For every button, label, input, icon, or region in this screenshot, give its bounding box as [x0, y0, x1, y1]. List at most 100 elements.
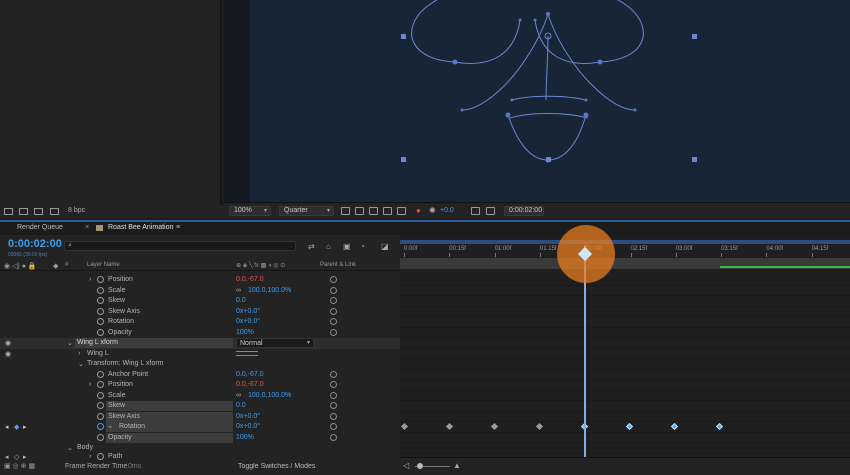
property-row-opacity[interactable]: Opacity 100% [0, 328, 400, 339]
timeline-track-row[interactable] [400, 370, 850, 380]
graph-icon[interactable]: ⌁ [108, 423, 112, 431]
property-row-skew-axis-2[interactable]: Skew Axis 0x+0.0° [0, 411, 400, 423]
timeline-track-row[interactable] [400, 286, 850, 296]
time-ruler[interactable]: 0:00f00:15f01:00f01:15f02:00f02:15f03:00… [400, 245, 850, 257]
timeline-track-row[interactable] [400, 380, 850, 391]
stopwatch-icon[interactable] [97, 402, 104, 409]
property-value[interactable]: 0x+0.0° [236, 308, 260, 315]
draft-3d-icon[interactable]: ⌂ [326, 242, 331, 251]
stopwatch-icon[interactable] [97, 391, 104, 399]
group-row-transform[interactable]: ⌄ Transform: Wing L xform [0, 359, 400, 370]
property-row-opacity-2[interactable]: Opacity 100% [0, 432, 400, 444]
property-row-position[interactable]: › Position 0.0,-67.0 [0, 275, 400, 286]
property-value[interactable]: 100.0,100.0% [248, 287, 291, 294]
pick-whip-icon[interactable] [330, 307, 337, 315]
timeline-track-row[interactable] [400, 338, 850, 349]
property-row-scale-2[interactable]: Scale ∞ 100.0,100.0% [0, 391, 400, 402]
stopwatch-icon[interactable] [97, 297, 104, 304]
constrain-link-icon[interactable]: ∞ [236, 392, 241, 399]
property-value[interactable]: 0.0 [236, 402, 246, 409]
pick-whip-icon[interactable] [330, 412, 337, 420]
zoom-select[interactable]: 100% ▾ [229, 206, 271, 216]
property-row-skew-2[interactable]: Skew 0.0 [0, 401, 400, 412]
mask-visibility-icon[interactable] [369, 207, 378, 215]
show-snapshot-icon[interactable] [486, 207, 495, 215]
pick-whip-icon[interactable] [330, 286, 337, 294]
keyframe-rows[interactable] [400, 275, 850, 455]
layer-name-field[interactable]: Wing L xform [75, 338, 233, 348]
trash-icon[interactable] [50, 208, 59, 215]
pick-whip-icon[interactable] [330, 381, 337, 388]
property-value[interactable]: 0.0 [236, 297, 246, 304]
property-row-skew-axis[interactable]: Skew Axis 0x+0.0° [0, 307, 400, 318]
add-keyframe-icon[interactable]: ◇ [14, 453, 19, 461]
property-value[interactable]: 0x+0.0° [236, 423, 260, 430]
prev-keyframe-icon[interactable]: ◂ [5, 423, 9, 431]
resolution-select[interactable]: Quarter ▾ [279, 206, 334, 216]
exposure-icon[interactable]: ✺ [429, 206, 436, 215]
timeline-track-row[interactable] [400, 401, 850, 412]
color-management-icon[interactable]: ● [416, 206, 421, 215]
stopwatch-icon[interactable] [97, 412, 104, 420]
layer-row-wing-l-xform[interactable]: ◉ ⌄ Wing L xform Normal ▾ [0, 338, 400, 349]
expand-arrow-icon[interactable]: › [89, 276, 91, 283]
prev-keyframe-icon[interactable]: ◂ [5, 453, 9, 461]
property-value[interactable]: 0x+0.0° [236, 318, 260, 325]
stopwatch-icon[interactable] [97, 328, 104, 336]
zoom-slider-handle[interactable] [417, 463, 423, 469]
new-comp-icon[interactable] [34, 208, 43, 215]
comp-mini-flowchart-icon[interactable]: ⇄ [308, 242, 315, 251]
work-area-bar[interactable] [400, 240, 850, 244]
bpc-label[interactable]: 8 bpc [68, 207, 85, 214]
tab-render-queue[interactable]: Render Queue [17, 224, 63, 231]
stopwatch-icon[interactable] [97, 453, 104, 460]
timeline-track-row[interactable] [400, 307, 850, 317]
timeline-track-row[interactable] [400, 296, 850, 307]
stopwatch-icon[interactable] [97, 276, 104, 283]
timeline-track-row[interactable] [400, 317, 850, 328]
pick-whip-icon[interactable] [330, 370, 337, 378]
timeline-track-row[interactable] [400, 275, 850, 286]
property-row-scale[interactable]: Scale 100.0,100.0% ∞ [0, 286, 400, 297]
expand-arrow-icon[interactable]: › [89, 381, 91, 388]
interpret-footage-icon[interactable] [4, 208, 13, 215]
property-value[interactable]: 0.0,-67.0 [236, 371, 264, 378]
stopwatch-icon[interactable] [97, 307, 104, 315]
transparency-grid-icon[interactable] [355, 207, 364, 215]
layer-duration-bar[interactable] [400, 258, 850, 269]
property-value[interactable]: 0.0,-67.0 [236, 276, 264, 283]
property-row-rotation-2[interactable]: ◂ ◆ ▸ ⌁ Rotation 0x+0.0° [0, 422, 400, 433]
stopwatch-icon[interactable] [97, 433, 104, 441]
next-keyframe-icon[interactable]: ▸ [23, 453, 27, 461]
add-keyframe-icon[interactable]: ◆ [14, 423, 19, 431]
exposure-value[interactable]: +0.0 [440, 207, 454, 214]
next-keyframe-icon[interactable]: ▸ [23, 423, 27, 431]
timeline-track-row[interactable] [400, 433, 850, 443]
timeline-track-row[interactable] [400, 391, 850, 401]
pick-whip-icon[interactable] [330, 391, 337, 399]
property-row-position-2[interactable]: › Position 0.0,-67.0 [0, 380, 400, 391]
property-value[interactable]: 100% [236, 434, 254, 441]
graph-editor-icon[interactable]: ◪ [381, 242, 389, 251]
eye-icon[interactable]: ◉ [5, 350, 11, 358]
frame-blending-icon[interactable]: ▣ [343, 242, 351, 251]
stopwatch-icon[interactable] [97, 381, 104, 388]
property-value[interactable]: 0x+0.0° [236, 413, 260, 420]
channel-icon[interactable] [397, 207, 406, 215]
timeline-track-row[interactable] [400, 443, 850, 454]
stopwatch-icon[interactable] [97, 370, 104, 378]
layer-search-input[interactable]: ⌕ [64, 241, 296, 251]
eye-icon[interactable]: ◉ [5, 339, 11, 347]
bee-shape-paths[interactable] [250, 0, 850, 202]
stopwatch-icon[interactable] [97, 286, 104, 294]
link-switch-icon[interactable] [236, 350, 258, 356]
pick-whip-icon[interactable] [330, 402, 337, 409]
pick-whip-icon[interactable] [330, 328, 337, 336]
composition-canvas[interactable] [250, 0, 850, 202]
timeline-track-row[interactable] [400, 412, 850, 422]
pick-whip-icon[interactable] [330, 423, 337, 430]
property-row-skew[interactable]: Skew 0.0 [0, 296, 400, 307]
timeline-track-row[interactable] [400, 328, 850, 338]
stopwatch-icon[interactable] [97, 318, 104, 325]
property-value[interactable]: 100.0,100.0% [248, 392, 291, 399]
